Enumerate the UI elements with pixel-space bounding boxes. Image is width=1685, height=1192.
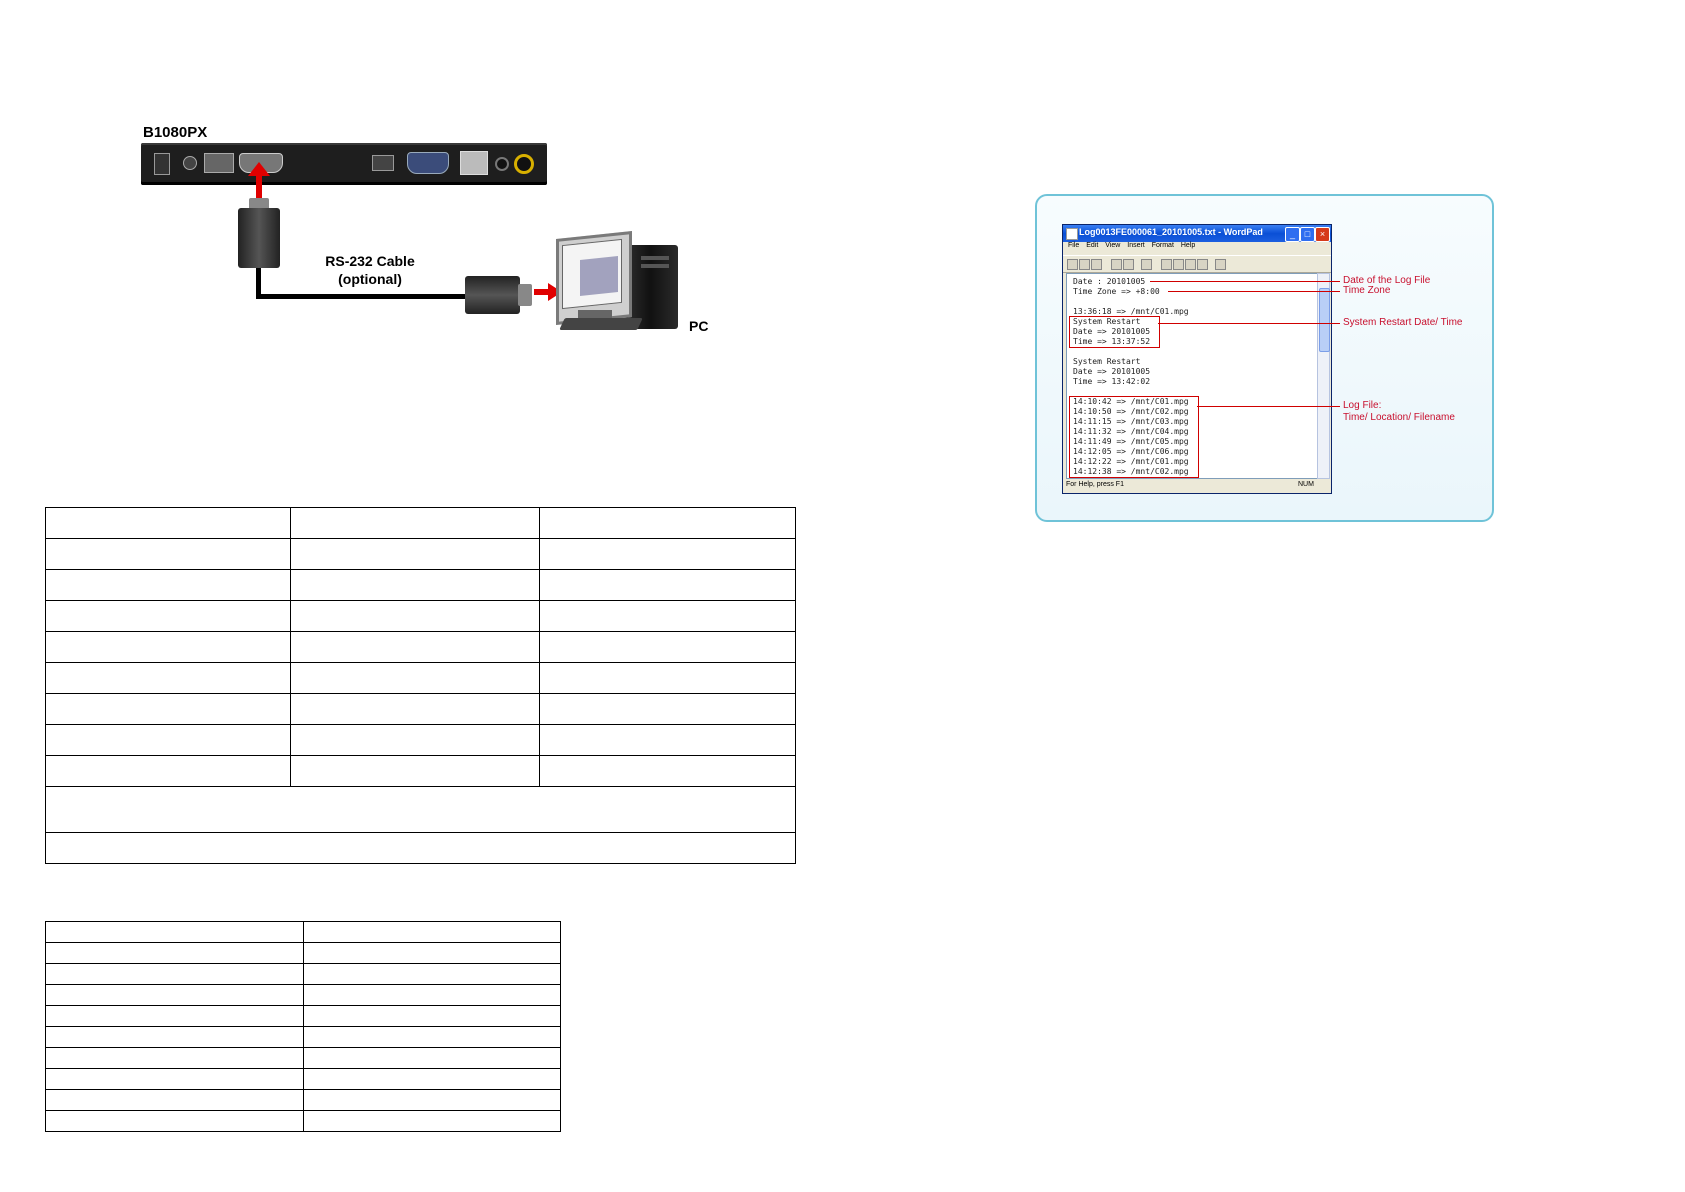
lan-port [460,151,488,175]
settings-table [45,921,561,1132]
callout-line-timezone [1168,291,1340,292]
log-line: 13:36:18 => /mnt/C01.mpg [1073,307,1189,316]
table-row [45,1068,561,1090]
table-row [45,569,796,601]
callout-logfile-title: Log File: [1343,400,1382,411]
table-row [45,1110,561,1132]
callout-line-date [1150,281,1340,282]
status-help-text: For Help, press F1 [1066,481,1124,488]
hdmi-port [372,155,394,171]
close-icon[interactable]: × [1315,227,1330,242]
table-row [45,724,796,756]
cable-title: RS-232 Cable [325,253,415,269]
undo-icon[interactable] [1197,259,1208,270]
scrollbar-thumb[interactable] [1319,288,1330,352]
callout-restart: System Restart Date/ Time [1343,317,1463,328]
log-line: Date : 20101005 [1073,277,1146,286]
table-row [45,942,561,964]
wordpad-statusbar: For Help, press F1 NUM [1063,479,1331,492]
db9-connector-device-end [238,208,280,268]
open-icon[interactable] [1079,259,1090,270]
wordpad-titlebar: Log0013FE000061_20101005.txt - WordPad _… [1063,225,1331,242]
copy-icon[interactable] [1173,259,1184,270]
table-row [45,538,796,570]
db9-connector-pc-end [465,276,520,314]
table-row [45,963,561,985]
callout-logfile-detail: Time/ Location/ Filename [1343,412,1455,423]
table-row [45,832,796,864]
pc-monitor-stand [578,310,612,318]
cut-icon[interactable] [1161,259,1172,270]
log-line: Time Zone => +8:00 [1073,287,1160,296]
new-icon[interactable] [1067,259,1078,270]
keyboard-icon [559,318,643,330]
power-switch [154,153,170,175]
status-num-lock: NUM [1298,481,1314,488]
paste-icon[interactable] [1185,259,1196,270]
find-icon[interactable] [1141,259,1152,270]
callout-line-logfile [1197,406,1340,407]
menu-file[interactable]: File [1068,242,1079,249]
dc-power-jack [183,156,197,170]
table-row [45,984,561,1006]
vga-port [407,152,449,174]
pc-label: PC [689,318,709,334]
restart-highlight-box [1069,316,1160,348]
wordpad-app-icon [1066,228,1078,240]
menu-insert[interactable]: Insert [1127,242,1145,249]
pin-assignment-table [45,507,796,864]
wordpad-title: Log0013FE000061_20101005.txt - WordPad [1079,227,1263,237]
table-row [45,631,796,663]
vertical-scrollbar[interactable] [1317,273,1330,479]
usb-port-block [204,153,234,173]
logfile-highlight-box [1069,396,1199,478]
save-icon[interactable] [1091,259,1102,270]
table-row [45,786,796,833]
pc-screen-window [580,256,618,296]
minimize-icon[interactable]: _ [1285,227,1300,242]
table-row [45,662,796,694]
audio-jack [495,157,509,171]
pc-drive-bay [641,264,669,268]
menu-format[interactable]: Format [1152,242,1174,249]
wordpad-toolbar [1063,255,1331,273]
callout-timezone: Time Zone [1343,285,1391,296]
table-row [45,507,796,539]
media-player-back-panel [141,143,547,185]
menu-view[interactable]: View [1105,242,1120,249]
log-line: System Restart [1073,357,1141,366]
print-icon[interactable] [1111,259,1122,270]
maximize-icon[interactable]: □ [1300,227,1315,242]
cable-note: (optional) [338,271,402,287]
menu-help[interactable]: Help [1181,242,1195,249]
table-row [45,693,796,725]
pc-drive-bay [641,256,669,260]
menu-edit[interactable]: Edit [1086,242,1098,249]
insert-datetime-icon[interactable] [1215,259,1226,270]
table-row [45,1047,561,1069]
av-jack [514,154,534,174]
table-row [45,600,796,632]
wordpad-menubar: File Edit View Insert Format Help [1063,242,1331,254]
callout-line-restart [1158,323,1340,324]
print-preview-icon[interactable] [1123,259,1134,270]
table-row [45,1089,561,1111]
db9-connector-pc-head [518,284,532,306]
table-row [45,755,796,787]
table-row [45,1005,561,1027]
log-line: Time => 13:42:02 [1073,377,1151,386]
cable-horizontal [256,294,470,299]
table-row [45,1026,561,1048]
device-model-label: B1080PX [143,124,208,141]
log-line: Date => 20101005 [1073,367,1151,376]
table-row [45,921,561,943]
